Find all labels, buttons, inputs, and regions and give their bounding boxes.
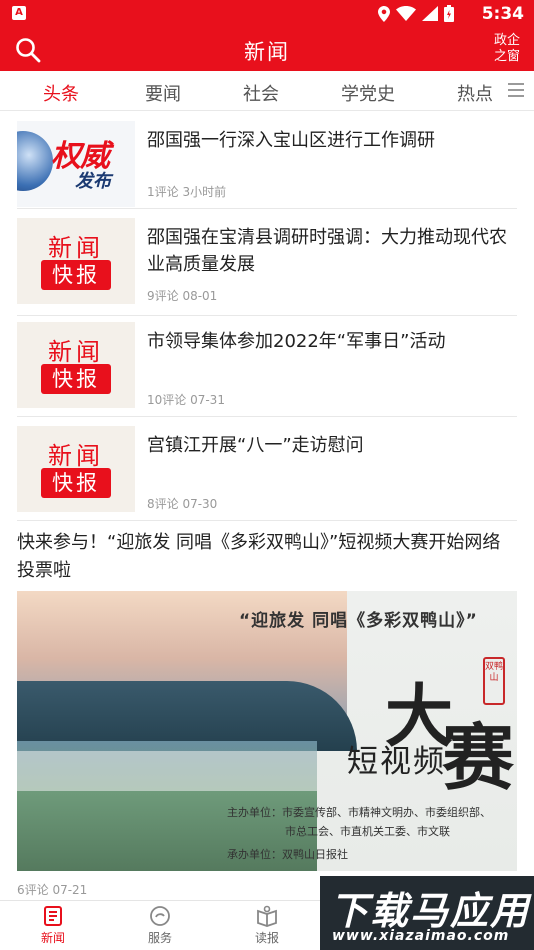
page-title: 新闻	[244, 40, 290, 64]
banner-organizers-line2: 市总工会、市直机关工委、市文联	[285, 825, 450, 838]
status-bar: A 5:34	[0, 0, 534, 28]
newspaper-icon	[257, 905, 277, 927]
news-icon	[44, 906, 62, 926]
wifi-icon	[396, 6, 416, 21]
news-meta: 9评论 08-01	[147, 289, 218, 303]
nav-news-label: 新闻	[40, 931, 65, 945]
banner-seal: 双鸭山	[483, 657, 505, 705]
thumb-text-release: 发布	[75, 171, 111, 192]
app-header: 新闻 政企 之窗	[0, 28, 534, 71]
app-notification-icon: A	[12, 6, 26, 20]
watermark-url: www.xiazaimao.com	[332, 928, 510, 944]
news-item[interactable]: 权威 发布 邵国强一行深入宝山区进行工作调研 1评论 3小时前	[17, 121, 517, 209]
thumb-text-bulletin: 快报	[41, 260, 111, 290]
thumb-text-news: 新闻	[48, 442, 104, 470]
tab-headlines[interactable]: 头条	[43, 80, 79, 106]
site-watermark: 下载马应用 www.xiazaimao.com	[320, 876, 534, 950]
nav-read-paper[interactable]: 读报	[237, 905, 297, 946]
gov-window-label-line1: 政企	[493, 33, 520, 48]
featured-news-meta: 6评论 07-21	[17, 883, 88, 897]
nav-service-label: 服务	[147, 931, 172, 945]
news-meta: 1评论 3小时前	[147, 185, 227, 199]
thumb-text-news: 新闻	[48, 234, 104, 262]
nav-read-paper-label: 读报	[254, 931, 279, 945]
tab-party-history[interactable]: 学党史	[341, 80, 395, 106]
battery-icon	[444, 5, 454, 22]
thumb-text-news: 新闻	[48, 338, 104, 366]
watermark-title: 下载马应用	[330, 889, 531, 933]
banner-big-char-2: 赛	[442, 715, 515, 800]
status-time: 5:34	[481, 4, 524, 24]
news-meta: 8评论 07-30	[147, 497, 218, 511]
thumb-text-bulletin: 快报	[41, 364, 111, 394]
banner-slogan: “迎旅发 同唱《多彩双鸭山》”	[239, 611, 478, 631]
nav-news[interactable]: 新闻	[23, 905, 83, 946]
news-item[interactable]: 新闻 快报 市领导集体参加2022年“军事日”活动 10评论 07-31	[17, 322, 517, 417]
featured-news-title[interactable]: 快来参与！“迎旅发 同唱《多彩双鸭山》”短视频大赛开始网络投票啦	[17, 529, 517, 585]
nav-service[interactable]: 服务	[130, 905, 190, 946]
tab-society[interactable]: 社会	[243, 80, 279, 106]
news-thumbnail: 新闻 快报	[17, 218, 135, 304]
news-title: 宫镇江开展“八一”走访慰问	[147, 435, 364, 456]
system-icons	[378, 5, 454, 22]
gov-enterprise-window-button[interactable]: 政企 之窗	[492, 33, 522, 65]
gov-window-label-line2: 之窗	[493, 49, 520, 64]
tab-important-news[interactable]: 要闻	[145, 80, 181, 106]
tab-hot[interactable]: 热点	[457, 80, 493, 106]
location-icon	[378, 5, 390, 22]
signal-icon	[422, 6, 438, 21]
thumb-text-bulletin: 快报	[41, 468, 111, 498]
category-tabs: 头条 要闻 社会 学党史 热点	[0, 71, 534, 111]
news-thumbnail: 新闻 快报	[17, 322, 135, 408]
banner-organizers-line1: 主办单位：市委宣传部、市精神文明办、市委组织部、	[227, 806, 491, 819]
news-thumbnail: 新闻 快报	[17, 426, 135, 512]
news-meta: 10评论 07-31	[147, 393, 225, 407]
globe-icon	[17, 131, 53, 191]
news-item[interactable]: 新闻 快报 邵国强在宝清县调研时强调：大力推动现代农业高质量发展 9评论 08-…	[17, 218, 517, 316]
news-title: 邵国强一行深入宝山区进行工作调研	[147, 130, 435, 151]
featured-banner-image[interactable]: “迎旅发 同唱《多彩双鸭山》” 双鸭山 大 赛 短视频 主办单位：市委宣传部、市…	[17, 591, 517, 871]
news-title: 市领导集体参加2022年“军事日”活动	[147, 331, 446, 352]
banner-undertaker: 承办单位：双鸭山日报社	[227, 848, 348, 861]
tab-menu-icon[interactable]	[508, 83, 524, 97]
news-thumbnail: 权威 发布	[17, 121, 135, 207]
banner-subtitle: 短视频	[347, 744, 446, 780]
news-item[interactable]: 新闻 快报 宫镇江开展“八一”走访慰问 8评论 07-30	[17, 426, 517, 521]
news-title: 邵国强在宝清县调研时强调：大力推动现代农业高质量发展	[147, 227, 507, 275]
service-icon	[150, 906, 170, 926]
